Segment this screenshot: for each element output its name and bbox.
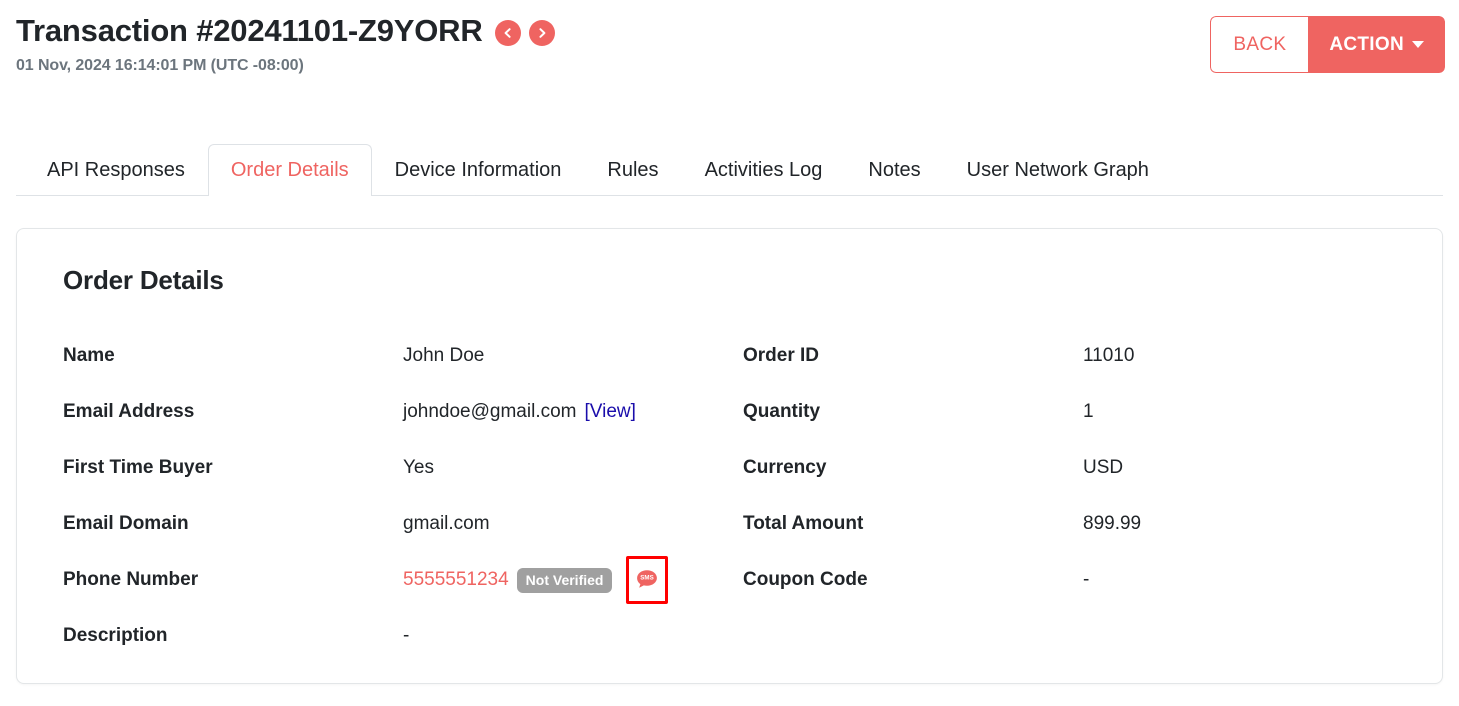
field-value-left: gmail.com xyxy=(403,496,743,552)
back-button[interactable]: BACK xyxy=(1210,16,1309,73)
field-value-right: - xyxy=(1083,552,1396,608)
field-value-right: USD xyxy=(1083,440,1396,496)
not-verified-badge: Not Verified xyxy=(516,567,613,593)
field-value-right: 1 xyxy=(1083,384,1396,440)
view-email-link[interactable]: [View] xyxy=(585,401,636,423)
field-label-right: Total Amount xyxy=(743,513,864,534)
header-actions: BACK ACTION xyxy=(1210,16,1445,73)
field-value-text: johndoe@gmail.com xyxy=(403,401,577,422)
tab-bar: API Responses Order Details Device Informa… xyxy=(16,138,1443,196)
page-title: Transaction #20241101-Z9YORR xyxy=(16,13,483,48)
empty-cell xyxy=(743,608,1083,664)
field-label-right: Currency xyxy=(743,457,827,478)
field-value-left: johndoe@gmail.com [View] xyxy=(403,384,743,440)
tab-api-responses[interactable]: API Responses xyxy=(24,144,208,196)
field-value-text: 1 xyxy=(1083,401,1094,422)
sms-icon-highlight-box: SMS xyxy=(626,556,669,604)
field-value-text: - xyxy=(403,625,410,646)
tab-rules[interactable]: Rules xyxy=(584,144,681,196)
field-value-text: 11010 xyxy=(1083,345,1135,366)
field-label-right: Order ID xyxy=(743,345,820,366)
tab-notes[interactable]: Notes xyxy=(845,144,943,196)
action-button-label: ACTION xyxy=(1329,33,1404,55)
phone-number-value: 5555551234 xyxy=(403,569,509,590)
next-record-button[interactable] xyxy=(528,19,555,46)
field-label-right: Coupon Code xyxy=(743,569,868,590)
field-value-left: 5555551234 Not Verified SMS xyxy=(403,552,743,608)
field-label-left: Name xyxy=(63,345,115,366)
field-value-left: Yes xyxy=(403,440,743,496)
card-title: Order Details xyxy=(63,265,224,295)
field-value-right: 899.99 xyxy=(1083,496,1396,552)
field-label-left: Phone Number xyxy=(63,569,199,590)
field-value-text: John Doe xyxy=(403,345,485,366)
order-details-grid: Name John Doe Order ID 11010 Email Address jo… xyxy=(63,328,1396,664)
chevron-left-icon xyxy=(502,27,514,39)
tab-activities-log[interactable]: Activities Log xyxy=(682,144,846,196)
chevron-right-icon xyxy=(536,27,548,39)
field-label-right: Quantity xyxy=(743,401,821,422)
svg-text:SMS: SMS xyxy=(641,575,654,582)
field-value-text: gmail.com xyxy=(403,513,490,534)
sms-icon[interactable]: SMS xyxy=(634,567,660,593)
field-value-right: 11010 xyxy=(1083,328,1396,384)
tab-user-network-graph[interactable]: User Network Graph xyxy=(944,144,1172,196)
field-value-text: USD xyxy=(1083,457,1124,478)
field-value-left: - xyxy=(403,608,743,664)
action-dropdown-button[interactable]: ACTION xyxy=(1308,16,1445,73)
field-label-left: Email Address xyxy=(63,401,195,422)
field-label-left: First Time Buyer xyxy=(63,457,213,478)
chevron-down-icon xyxy=(1412,41,1424,48)
tab-device-information[interactable]: Device Information xyxy=(372,144,585,196)
page-header: Transaction #20241101-Z9YORR 01 Nov, 202… xyxy=(0,0,1459,110)
field-value-text: - xyxy=(1083,569,1090,590)
field-label-left: Email Domain xyxy=(63,513,189,534)
field-label-left: Description xyxy=(63,625,168,646)
tab-order-details[interactable]: Order Details xyxy=(207,144,372,196)
field-value-left: John Doe xyxy=(403,328,743,384)
record-navigation xyxy=(494,19,555,46)
order-details-card: Order Details Name John Doe Order ID 11010 E… xyxy=(16,228,1443,684)
tab-list: API Responses Order Details Device Informa… xyxy=(16,138,1443,196)
empty-cell xyxy=(1083,608,1396,664)
field-value-text: Yes xyxy=(403,457,434,478)
field-value-text: 899.99 xyxy=(1083,513,1142,534)
previous-record-button[interactable] xyxy=(494,19,521,46)
